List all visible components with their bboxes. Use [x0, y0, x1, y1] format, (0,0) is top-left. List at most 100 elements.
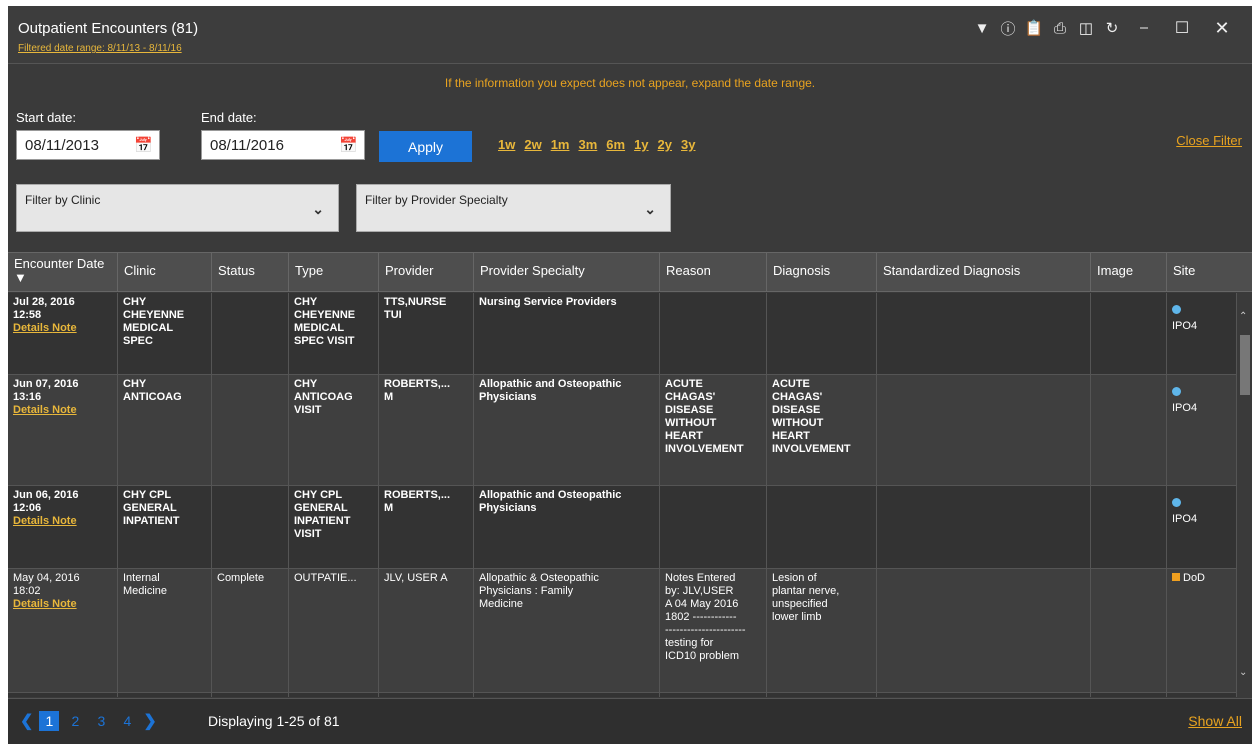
- scroll-down-icon[interactable]: ⌄: [1239, 667, 1247, 678]
- note-link[interactable]: Note: [52, 598, 76, 610]
- encounter-date: May 04, 2016 18:02: [13, 572, 80, 597]
- encounter-date-cell: Jun 06, 2016 12:06 Details Note: [8, 486, 118, 568]
- site-dot-icon: [1172, 387, 1181, 396]
- table-row[interactable]: Jun 07, 2016 13:16 Details Note CHY ANTICO…: [8, 375, 1236, 486]
- start-date-field[interactable]: 08/11/2013 📅: [16, 130, 160, 160]
- provider-cell: TTS,NURSE TUI: [379, 293, 474, 374]
- column-header-standardized-diagnosis[interactable]: Standardized Diagnosis: [877, 253, 1091, 292]
- columns-icon[interactable]: ◫: [1074, 16, 1098, 40]
- column-header-type[interactable]: Type: [289, 253, 379, 292]
- type-cell: CHY ANTICOAG VISIT: [289, 375, 379, 485]
- clinic-cell: Internal: [118, 693, 212, 697]
- table-row[interactable]: May 04, 2016 18:02 Details Note Internal M…: [8, 569, 1236, 693]
- column-header-image[interactable]: Image: [1091, 253, 1167, 292]
- note-link[interactable]: Note: [52, 404, 76, 416]
- quick-range-3y[interactable]: 3y: [681, 137, 695, 152]
- table-header: Encounter Date ▼ Clinic Status Type Prov…: [8, 252, 1252, 292]
- standardized-diagnosis-cell: [877, 693, 1091, 697]
- details-link[interactable]: Details: [13, 515, 49, 527]
- note-link[interactable]: Note: [52, 322, 76, 334]
- prev-page-icon[interactable]: ❮: [20, 711, 33, 731]
- encounter-date: Jun 06, 2016 12:06: [13, 489, 79, 514]
- column-header-diagnosis[interactable]: Diagnosis: [767, 253, 877, 292]
- site-dot-icon: [1172, 305, 1181, 314]
- encounter-date: May 04, 2016: [13, 696, 112, 697]
- encounter-date-cell: Jun 07, 2016 13:16 Details Note: [8, 375, 118, 485]
- page-button-1[interactable]: 1: [39, 711, 60, 731]
- row-links: Details Note: [13, 322, 112, 335]
- clipboard-icon[interactable]: 📋: [1022, 16, 1046, 40]
- quick-range-6m[interactable]: 6m: [606, 137, 625, 152]
- toolbar-icons: ▼ ⓘ 📋 ⎙ ◫ ↻ ⎯ ☐ ✕: [968, 16, 1242, 40]
- end-date-field[interactable]: 08/11/2016 📅: [201, 130, 365, 160]
- start-date-label: Start date:: [16, 110, 76, 125]
- type-cell: OUTPATIE...: [289, 569, 379, 692]
- column-header-encounter-date[interactable]: Encounter Date ▼: [8, 253, 118, 292]
- page-button-2[interactable]: 2: [65, 711, 85, 731]
- apply-button[interactable]: Apply: [379, 131, 472, 162]
- encounter-date: Jul 28, 2016 12:58: [13, 296, 75, 321]
- table-row[interactable]: May 04, 2016 InternalCompleteOUTPATIE...J…: [8, 693, 1236, 697]
- reason-cell: [660, 293, 767, 374]
- maximize-icon[interactable]: ☐: [1164, 16, 1200, 40]
- table-footer: ❮ 1 2 3 4 ❯ Displaying 1-25 of 81 Show A…: [8, 698, 1252, 744]
- calendar-icon[interactable]: 📅: [134, 136, 153, 154]
- specialty-filter-select[interactable]: Filter by Provider Specialty ⌄: [356, 184, 671, 232]
- filtered-date-range-link[interactable]: Filtered date range: 8/11/13 - 8/11/16: [18, 43, 182, 54]
- scroll-up-icon[interactable]: ⌃: [1239, 311, 1247, 322]
- table-row[interactable]: Jun 06, 2016 12:06 Details Note CHY CPL GE…: [8, 486, 1236, 569]
- column-header-reason[interactable]: Reason: [660, 253, 767, 292]
- provider-cell: ROBERTS,... M: [379, 486, 474, 568]
- quick-range-1m[interactable]: 1m: [551, 137, 570, 152]
- page-button-3[interactable]: 3: [91, 711, 111, 731]
- encounter-date-cell: May 04, 2016 18:02 Details Note: [8, 569, 118, 692]
- calendar-icon[interactable]: 📅: [339, 136, 358, 154]
- refresh-icon[interactable]: ↻: [1100, 16, 1124, 40]
- standardized-diagnosis-cell: [877, 375, 1091, 485]
- quick-range-1y[interactable]: 1y: [634, 137, 648, 152]
- column-header-site[interactable]: Site: [1167, 253, 1252, 292]
- details-link[interactable]: Details: [13, 404, 49, 416]
- info-icon[interactable]: ⓘ: [996, 16, 1020, 40]
- minimize-icon[interactable]: ⎯: [1126, 16, 1162, 40]
- image-cell: [1091, 569, 1167, 692]
- site-label: IPO4: [1172, 513, 1198, 525]
- provider-specialty-cell: Allopathic and Osteopathic Physicians: [474, 486, 660, 568]
- sort-desc-icon[interactable]: ▼: [14, 270, 27, 285]
- type-cell: CHY CPL GENERAL INPATIENT VISIT: [289, 486, 379, 568]
- close-filter-link[interactable]: Close Filter: [1176, 133, 1242, 148]
- table-scrollbar[interactable]: ⌃ ⌄: [1236, 293, 1252, 697]
- quick-range-3m[interactable]: 3m: [578, 137, 597, 152]
- site-label: DoD: [1183, 572, 1206, 584]
- page-button-4[interactable]: 4: [117, 711, 137, 731]
- quick-range-2w[interactable]: 2w: [524, 137, 541, 152]
- next-page-icon[interactable]: ❯: [143, 711, 156, 731]
- scrollbar-thumb[interactable]: [1240, 335, 1250, 395]
- provider-specialty-cell: Allopathic & Osteopathic Physicians : Fa…: [474, 569, 660, 692]
- clinic-filter-placeholder: Filter by Clinic: [25, 193, 101, 207]
- note-link[interactable]: Note: [52, 515, 76, 527]
- site-label: DoD: [1183, 696, 1205, 697]
- site-label: IPO4: [1172, 320, 1198, 332]
- clinic-filter-select[interactable]: Filter by Clinic ⌄: [16, 184, 339, 232]
- print-icon[interactable]: ⎙: [1048, 16, 1072, 40]
- site-cell: DoD: [1167, 569, 1236, 692]
- table-row[interactable]: Jul 28, 2016 12:58 Details Note CHY CHEYEN…: [8, 293, 1236, 375]
- filter-icon[interactable]: ▼: [970, 16, 994, 40]
- column-header-clinic[interactable]: Clinic: [118, 253, 212, 292]
- details-link[interactable]: Details: [13, 598, 49, 610]
- close-icon[interactable]: ✕: [1202, 16, 1242, 40]
- reason-cell: [660, 486, 767, 568]
- site-cell: DoD: [1167, 693, 1236, 697]
- column-header-status[interactable]: Status: [212, 253, 289, 292]
- diagnosis-cell: ACUTE CHAGAS' DISEASE WITHOUT HEART INVO…: [767, 375, 877, 485]
- site-label: IPO4: [1172, 402, 1198, 414]
- show-all-link[interactable]: Show All: [1188, 713, 1242, 729]
- quick-range-1w[interactable]: 1w: [498, 137, 515, 152]
- quick-range-2y[interactable]: 2y: [658, 137, 672, 152]
- column-header-provider[interactable]: Provider: [379, 253, 474, 292]
- image-cell: [1091, 375, 1167, 485]
- standardized-diagnosis-cell: [877, 486, 1091, 568]
- column-header-provider-specialty[interactable]: Provider Specialty: [474, 253, 660, 292]
- details-link[interactable]: Details: [13, 322, 49, 334]
